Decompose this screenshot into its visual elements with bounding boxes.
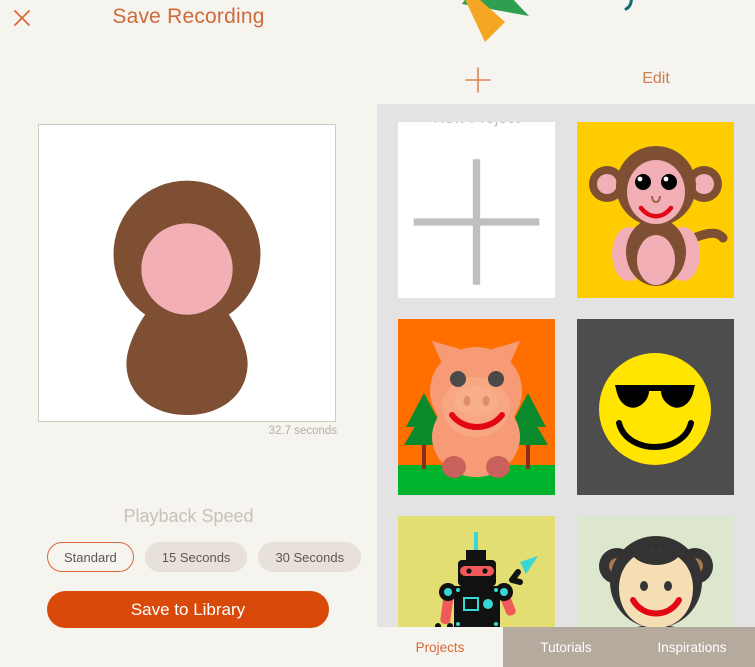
panel-header: Save Recording bbox=[0, 0, 377, 60]
playback-speed-label: Playback Speed bbox=[123, 506, 254, 526]
tile-robot-yellow[interactable] bbox=[398, 516, 555, 627]
recording-duration: 32.7 seconds bbox=[268, 425, 337, 437]
tab-tutorials[interactable]: Tutorials bbox=[503, 627, 629, 667]
tab-projects[interactable]: Projects bbox=[377, 627, 503, 667]
new-project-label: New Project bbox=[433, 122, 519, 128]
app-root: Save Recording 32.7 seconds Playback Spe… bbox=[0, 0, 755, 667]
save-to-library-button[interactable]: Save to Library bbox=[47, 591, 329, 628]
projects-toolbar: Edit bbox=[377, 58, 755, 104]
playback-speed-options: Standard 15 Seconds 30 Seconds bbox=[47, 542, 362, 572]
logo-teal-stroke bbox=[624, 0, 633, 11]
save-recording-panel: Save Recording 32.7 seconds Playback Spe… bbox=[0, 0, 377, 667]
monkey-artwork bbox=[113, 180, 261, 416]
recording-canvas-preview[interactable] bbox=[38, 124, 336, 422]
bottom-tabbar: Projects Tutorials Inspirations bbox=[377, 627, 755, 667]
projects-grid: New Project bbox=[377, 104, 755, 627]
edit-button[interactable]: Edit bbox=[377, 70, 755, 88]
speed-option-30-seconds[interactable]: 30 Seconds bbox=[258, 542, 362, 572]
tab-inspirations[interactable]: Inspirations bbox=[629, 627, 755, 667]
tile-chimp-green[interactable] bbox=[577, 516, 734, 627]
app-logo-cropped bbox=[377, 0, 755, 50]
projects-panel: Edit New Project bbox=[377, 0, 755, 667]
tile-monkey-yellow[interactable] bbox=[577, 122, 734, 298]
tile-pig-orange[interactable] bbox=[398, 319, 555, 495]
tile-smiley-sunglasses[interactable] bbox=[577, 319, 734, 495]
page-title: Save Recording bbox=[112, 5, 265, 28]
plus-icon bbox=[398, 134, 555, 298]
speed-option-standard[interactable]: Standard bbox=[47, 542, 134, 572]
speed-option-15-seconds[interactable]: 15 Seconds bbox=[144, 542, 248, 572]
tile-new-project[interactable]: New Project bbox=[398, 122, 555, 298]
